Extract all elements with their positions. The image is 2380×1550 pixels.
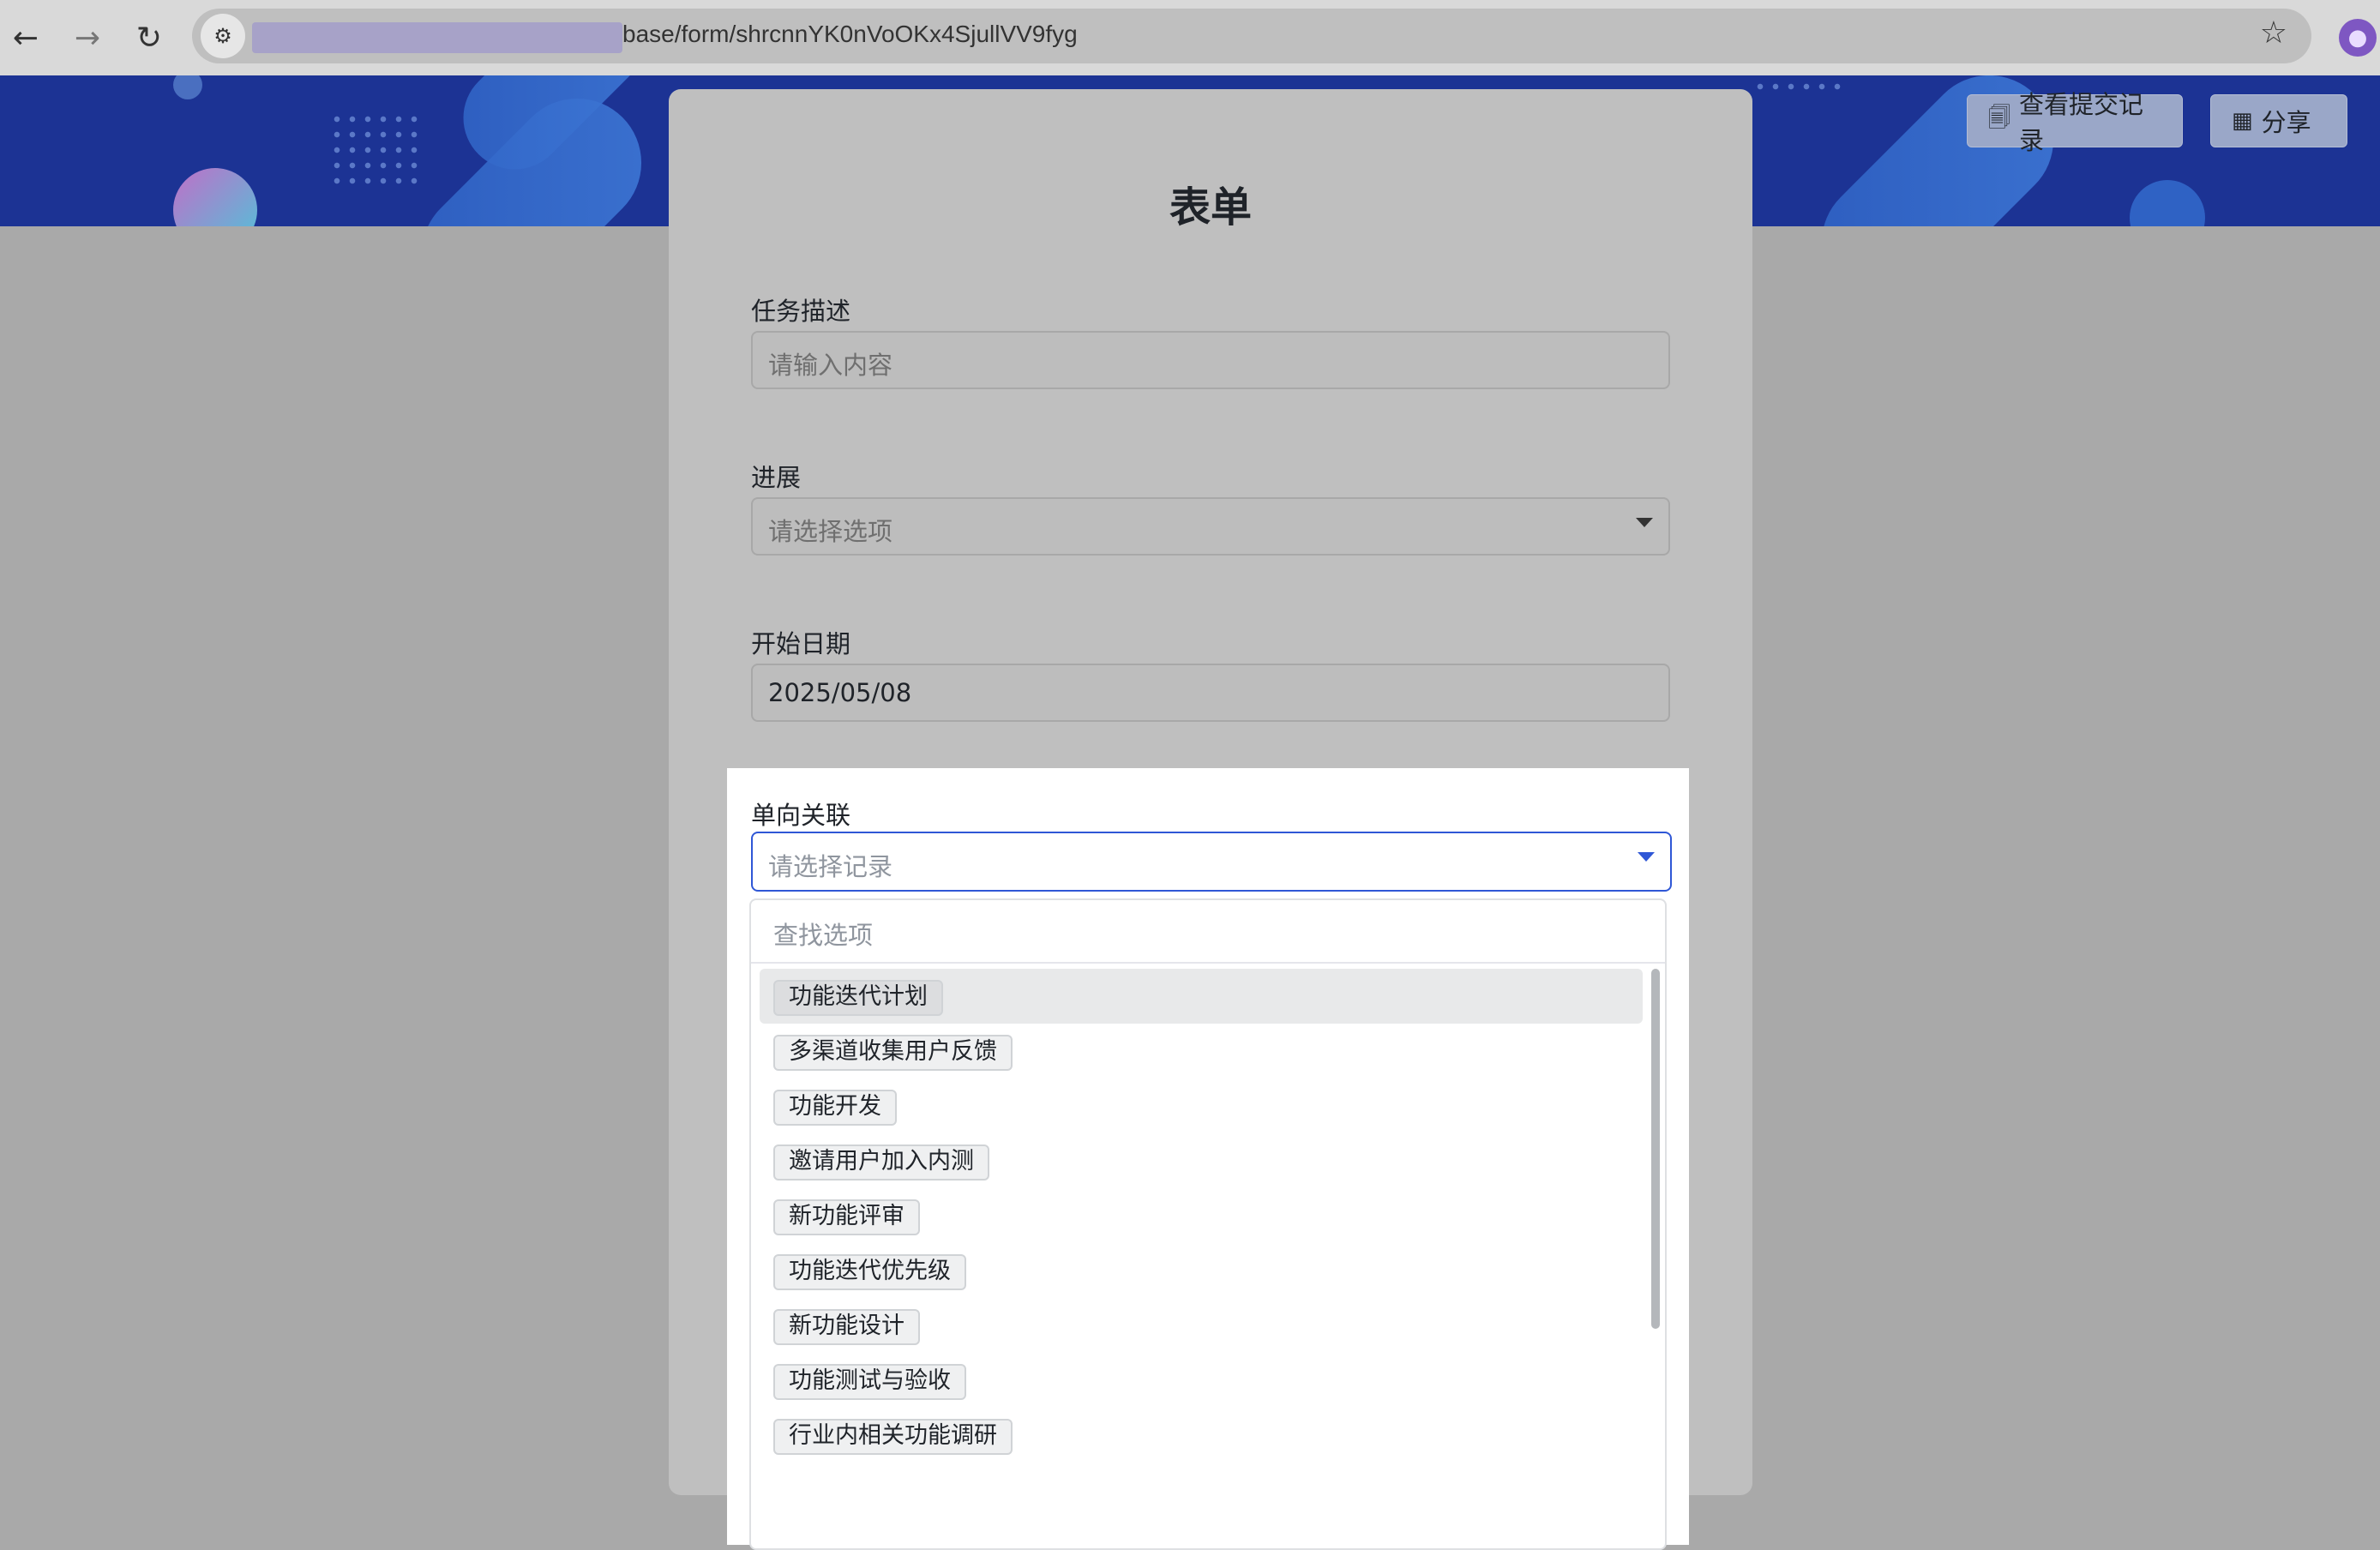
dropdown-option[interactable]: 行业内相关功能调研	[760, 1408, 1643, 1463]
dropdown-option[interactable]: 功能迭代优先级	[760, 1243, 1643, 1298]
link-label: 单向关联	[751, 801, 851, 830]
link-record-select[interactable]: 请选择记录	[751, 832, 1672, 892]
reload-icon[interactable]: ↻	[127, 15, 171, 60]
option-tag: 功能迭代优先级	[773, 1254, 966, 1290]
back-icon[interactable]: ←	[3, 15, 48, 60]
dropdown-scrollbar[interactable]	[1651, 969, 1660, 1329]
bookmark-star-icon[interactable]: ☆	[2260, 15, 2287, 51]
option-tag: 功能开发	[773, 1090, 897, 1126]
progress-label: 进展	[751, 463, 802, 492]
forward-icon[interactable]: →	[65, 15, 110, 60]
dropdown-option[interactable]: 邀请用户加入内测	[760, 1133, 1643, 1188]
task-desc-input[interactable]: 请输入内容	[751, 331, 1670, 389]
banner-dots	[1752, 79, 1847, 93]
url-text: base/form/shrcnnYK0nVoOKx4SjullVV9fyg	[622, 21, 1078, 47]
option-tag: 行业内相关功能调研	[773, 1419, 1013, 1455]
progress-placeholder: 请选择选项	[768, 517, 893, 546]
profile-avatar-icon[interactable]: ●	[2339, 19, 2377, 57]
start-date-input[interactable]: 2025/05/08	[751, 664, 1670, 722]
share-label: 分享	[2261, 108, 2311, 137]
browser-toolbar: ← → ↻ ⚙ base/form/shrcnnYK0nVoOKx4SjullV…	[0, 0, 2380, 76]
address-bar[interactable]: ⚙ base/form/shrcnnYK0nVoOKx4SjullVV9fyg …	[192, 9, 2311, 63]
link-placeholder: 请选择记录	[768, 852, 893, 881]
banner-circle	[173, 75, 202, 99]
page: 🗐 查看提交记录 ▦ 分享 表单 任务描述 请输入内容 进展 请选择选项 开始日…	[0, 75, 2380, 1550]
dropdown-option[interactable]: 新功能设计	[760, 1298, 1643, 1353]
task-desc-placeholder: 请输入内容	[768, 351, 893, 380]
site-info-icon[interactable]: ⚙	[201, 14, 245, 58]
option-tag: 新功能评审	[773, 1199, 920, 1235]
progress-select[interactable]: 请选择选项	[751, 497, 1670, 556]
dropdown-option[interactable]: 功能测试与验收	[760, 1353, 1643, 1408]
task-desc-label: 任务描述	[751, 297, 851, 326]
qrcode-icon: ▦	[2232, 108, 2253, 134]
url-redacted	[252, 22, 622, 53]
dropdown-option[interactable]: 新功能评审	[760, 1188, 1643, 1243]
option-tag: 多渠道收集用户反馈	[773, 1035, 1013, 1071]
start-date-label: 开始日期	[751, 629, 851, 658]
view-records-button[interactable]: 🗐 查看提交记录	[1967, 90, 2183, 155]
option-tag: 新功能设计	[773, 1309, 920, 1345]
banner-circle	[2130, 180, 2205, 226]
form-title: 表单	[1169, 183, 1252, 231]
banner-circle	[173, 168, 257, 226]
banner-dots	[329, 111, 424, 189]
option-tag: 功能测试与验收	[773, 1364, 966, 1400]
dropdown-option[interactable]: 多渠道收集用户反馈	[760, 1024, 1643, 1078]
link-field-focus: 单向关联 请选择记录 查找选项 功能迭代计划 多渠道收集用户反馈 功能开发 邀请…	[727, 768, 1689, 1550]
search-placeholder: 查找选项	[773, 921, 874, 950]
records-icon: 🗐	[1988, 105, 2010, 131]
option-tag: 功能迭代计划	[773, 980, 943, 1016]
option-tag: 邀请用户加入内测	[773, 1144, 989, 1181]
view-records-label: 查看提交记录	[2018, 90, 2143, 155]
start-date-value: 2025/05/08	[768, 678, 912, 707]
dropdown-option[interactable]: 功能开发	[760, 1078, 1643, 1133]
chevron-down-icon	[1636, 518, 1653, 527]
record-dropdown: 查找选项 功能迭代计划 多渠道收集用户反馈 功能开发 邀请用户加入内测 新功能评…	[749, 898, 1667, 1550]
chevron-down-icon	[1638, 852, 1655, 862]
share-button[interactable]: ▦ 分享	[2210, 94, 2347, 147]
dropdown-option[interactable]: 功能迭代计划	[760, 969, 1643, 1024]
option-search-input[interactable]: 查找选项	[751, 900, 1665, 964]
